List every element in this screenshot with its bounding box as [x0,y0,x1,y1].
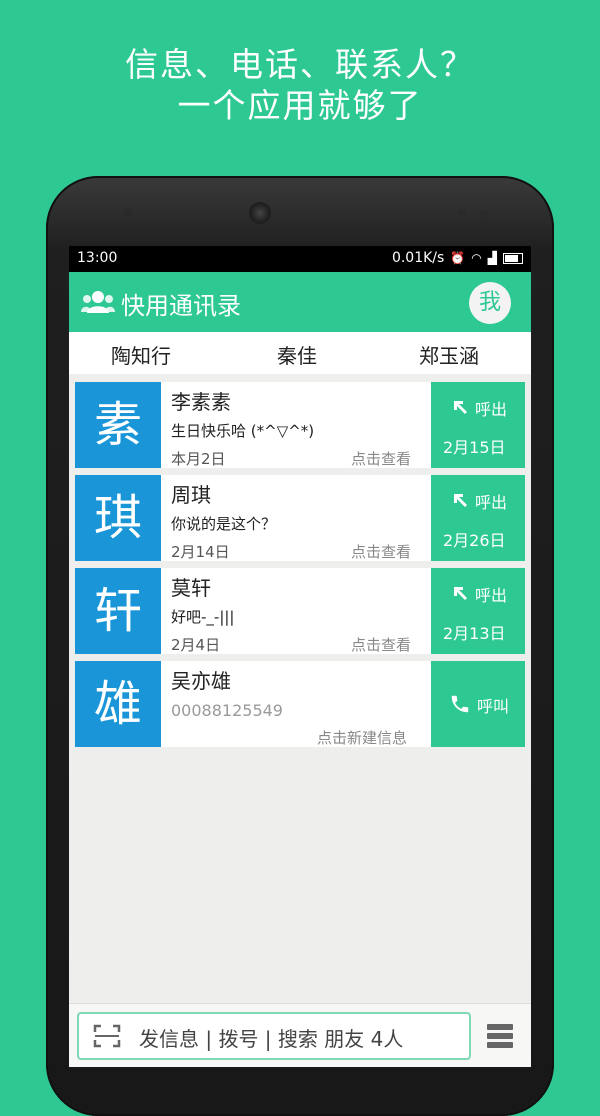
call-label: 呼叫 [477,697,510,716]
users-icon [81,291,115,313]
search-input[interactable]: 发信息 | 拨号 | 搜索 朋友 4人 [77,1012,471,1060]
contact-card[interactable]: 轩 莫轩 好吧-_-||| 2月4日 点击查看 呼出 2月13日 [75,568,525,654]
status-time: 13:00 [77,250,118,266]
contact-name: 周琪 [171,483,211,507]
avatar: 素 [75,382,161,468]
contact-card[interactable]: 琪 周琪 你说的是这个？ 2月14日 点击查看 呼出 2月26日 [75,475,525,561]
last-message: 你说的是这个？ [171,515,277,533]
call-button[interactable]: 呼叫 [431,661,525,747]
contact-card[interactable]: 素 李素素 生日快乐哈 (*^▽^*) 本月2日 点击查看 呼出 2月15日 [75,382,525,468]
contact-name: 莫轩 [171,576,211,600]
call-out-label: 呼出 [475,586,508,605]
favorite-contact[interactable]: 郑玉涵 [419,340,479,369]
outgoing-call-arrow-icon [454,494,467,507]
phone-number: 00088125549 [171,701,283,720]
view-link[interactable]: 点击查看 [351,634,411,655]
call-out-button[interactable]: 呼出 2月13日 [431,568,525,654]
call-out-button[interactable]: 呼出 2月15日 [431,382,525,468]
new-message-link[interactable]: 点击新建信息 [317,727,407,748]
contact-name: 吴亦雄 [171,669,231,693]
front-camera-icon [458,210,466,218]
message-date: 2月4日 [171,636,221,654]
promo-line-1: 信息、电话、联系人？ [125,45,475,84]
scan-icon [93,1024,121,1048]
menu-icon[interactable] [487,1024,513,1050]
front-sensor-icon [124,208,132,216]
view-link[interactable]: 点击查看 [351,541,411,562]
light-sensor-icon [480,210,488,218]
call-out-label: 呼出 [475,400,508,419]
call-out-button[interactable]: 呼出 2月26日 [431,475,525,561]
call-date: 2月26日 [443,531,506,550]
signal-icon: ▟ [487,251,497,265]
last-message: 好吧-_-||| [171,608,235,626]
avatar: 雄 [75,661,161,747]
phone-screen: 13:00 0.01K/s ⏰ ◠ ▟ 快用通讯录 我 陶知行 秦佳 郑玉涵 素… [69,246,531,1067]
message-date: 本月2日 [171,450,226,468]
view-link[interactable]: 点击查看 [351,448,411,469]
earpiece-icon [249,202,271,224]
promo-header: 信息、电话、联系人？ 一个应用就够了 [0,44,600,126]
profile-button[interactable]: 我 [469,282,511,324]
promo-line-2: 一个应用就够了 [177,86,423,125]
call-date: 2月13日 [443,624,506,643]
call-out-label: 呼出 [475,493,508,512]
favorite-contact[interactable]: 陶知行 [111,340,171,369]
favorite-contact[interactable]: 秦佳 [277,340,317,369]
outgoing-call-arrow-icon [454,401,467,414]
phone-icon [451,695,469,713]
search-hint: 发信息 | 拨号 | 搜索 朋友 4人 [139,1027,404,1051]
wifi-icon: ◠ [471,251,482,265]
contact-name: 李素素 [171,390,231,414]
app-title: 快用通讯录 [121,292,241,320]
alarm-icon: ⏰ [450,251,466,265]
status-right: 0.01K/s ⏰ ◠ ▟ [392,250,523,266]
outgoing-call-arrow-icon [454,587,467,600]
avatar: 琪 [75,475,161,561]
last-message: 生日快乐哈 (*^▽^*) [171,422,315,440]
bottom-bar: 发信息 | 拨号 | 搜索 朋友 4人 [69,1003,531,1067]
app-bar: 快用通讯录 我 [69,272,531,332]
favorites-bar: 陶知行 秦佳 郑玉涵 [69,332,531,374]
contact-card[interactable]: 雄 吴亦雄 00088125549 点击新建信息 呼叫 [75,661,525,747]
battery-icon [503,252,523,264]
status-bar: 13:00 0.01K/s ⏰ ◠ ▟ [69,246,531,272]
message-date: 2月14日 [171,543,230,561]
network-speed: 0.01K/s [391,250,445,266]
avatar: 轩 [75,568,161,654]
call-date: 2月15日 [443,438,506,457]
